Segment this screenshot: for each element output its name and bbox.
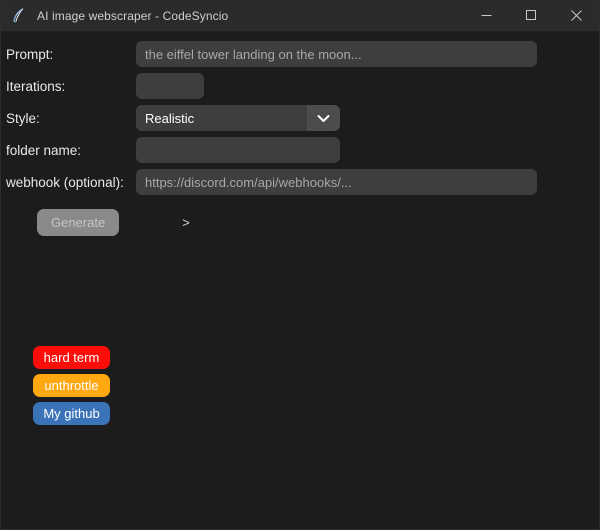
generate-row: Generate > bbox=[1, 209, 599, 236]
prompt-input[interactable] bbox=[136, 41, 537, 67]
prompt-row: Prompt: bbox=[1, 40, 599, 68]
main-content: Prompt: Iterations: Style: Realistic bbox=[1, 32, 599, 529]
webhook-row: webhook (optional): bbox=[1, 168, 599, 196]
unthrottle-button[interactable]: unthrottle bbox=[33, 374, 110, 397]
app-window: AI image webscraper - CodeSyncio Prompt:… bbox=[0, 0, 600, 530]
close-button[interactable] bbox=[554, 0, 599, 31]
folder-name-row: folder name: bbox=[1, 136, 599, 164]
prompt-label: Prompt: bbox=[6, 46, 54, 62]
folder-name-label: folder name: bbox=[6, 142, 82, 158]
style-row: Style: Realistic bbox=[1, 104, 599, 132]
window-controls bbox=[464, 0, 599, 31]
title-bar[interactable]: AI image webscraper - CodeSyncio bbox=[1, 0, 599, 32]
folder-name-input[interactable] bbox=[136, 137, 340, 163]
hard-term-button[interactable]: hard term bbox=[33, 346, 110, 369]
action-button-group: hard term unthrottle My github bbox=[33, 346, 110, 425]
style-label: Style: bbox=[6, 110, 40, 126]
generate-button[interactable]: Generate bbox=[37, 209, 120, 236]
webhook-label: webhook (optional): bbox=[6, 174, 124, 190]
generation-form: Prompt: Iterations: Style: Realistic bbox=[1, 32, 599, 236]
style-selected-value: Realistic bbox=[136, 105, 307, 131]
window-title: AI image webscraper - CodeSyncio bbox=[37, 8, 229, 23]
webhook-input[interactable] bbox=[136, 169, 537, 195]
minimize-button[interactable] bbox=[464, 0, 509, 31]
style-dropdown[interactable]: Realistic bbox=[136, 105, 340, 131]
status-marker: > bbox=[182, 215, 190, 230]
iterations-row: Iterations: bbox=[1, 72, 599, 100]
feather-icon bbox=[9, 6, 29, 26]
iterations-input[interactable] bbox=[136, 73, 204, 99]
my-github-button[interactable]: My github bbox=[33, 402, 110, 425]
maximize-button[interactable] bbox=[509, 0, 554, 31]
chevron-down-icon[interactable] bbox=[307, 105, 340, 131]
iterations-label: Iterations: bbox=[6, 78, 66, 94]
